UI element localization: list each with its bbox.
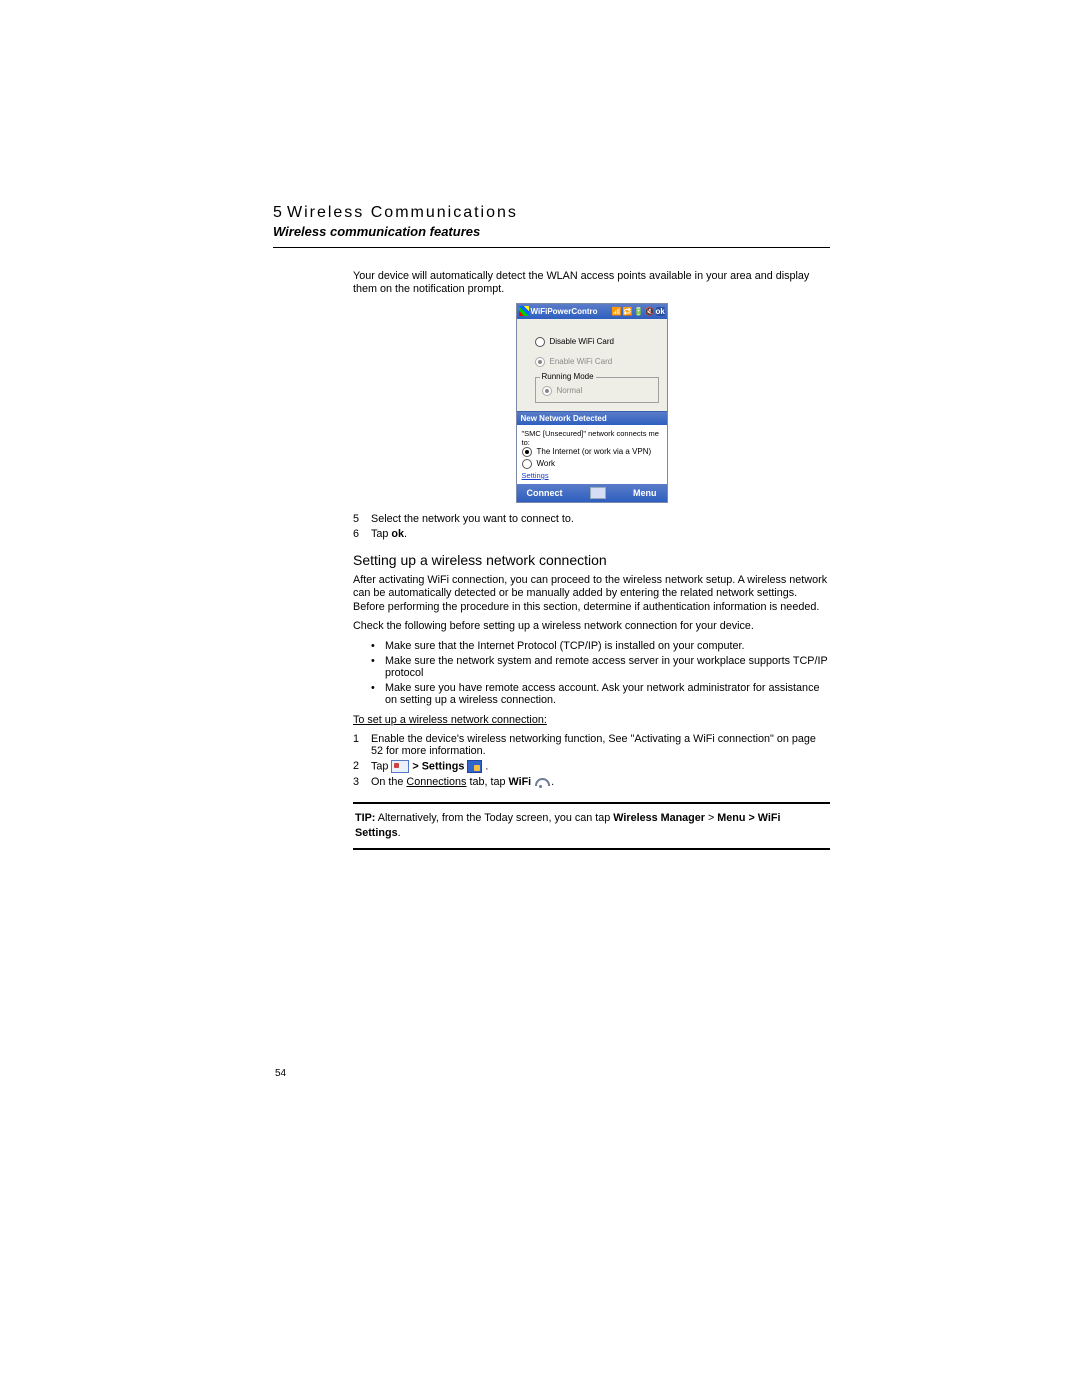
setup-steps: 1 Enable the device's wireless networkin… xyxy=(353,733,830,788)
setup-subheading: To set up a wireless network connection: xyxy=(353,714,830,727)
settings-icon xyxy=(467,760,482,773)
device-screen: WiFiPowerContro 📶 🔁 🔋 🔇 ok Disable WiFi … xyxy=(516,303,668,503)
chapter-title: Wireless Communications xyxy=(287,204,518,221)
radio-selected-icon xyxy=(542,386,552,396)
device-body: Disable WiFi Card Enable WiFi Card Runni… xyxy=(517,319,667,411)
signal-icon: 📶 xyxy=(612,307,621,316)
keyboard-icon xyxy=(590,487,606,499)
step-text: Tap ok. xyxy=(371,528,830,540)
internet-option: The Internet (or work via a VPN) xyxy=(522,447,662,457)
checklist: • Make sure that the Internet Protocol (… xyxy=(371,640,830,706)
header-divider xyxy=(273,247,830,248)
step-text: Tap > Settings . xyxy=(371,760,830,773)
network-detected-popup: New Network Detected "SMC [Unsecured]" n… xyxy=(517,411,667,502)
step-number: 1 xyxy=(353,733,371,757)
start-flag-icon xyxy=(519,306,529,316)
wifi-screenshot: WiFiPowerContro 📶 🔁 🔋 🔇 ok Disable WiFi … xyxy=(353,303,830,503)
bullet-text: Make sure that the Internet Protocol (TC… xyxy=(385,640,830,652)
step-text: Select the network you want to connect t… xyxy=(371,513,830,525)
wifi-icon xyxy=(534,777,548,788)
intro-paragraph: Your device will automatically detect th… xyxy=(353,270,830,297)
popup-title: New Network Detected xyxy=(517,412,667,425)
chapter-header: 5 Wireless Communications Wireless commu… xyxy=(273,204,830,248)
radio-selected-icon xyxy=(535,357,545,367)
menu-softkey: Menu xyxy=(633,488,657,498)
radio-unselected-icon xyxy=(535,337,545,347)
document-page: 5 Wireless Communications Wireless commu… xyxy=(0,0,1080,1397)
tip-label: TIP: xyxy=(355,812,375,824)
popup-message: "SMC [Unsecured]" network connects me to… xyxy=(522,429,662,447)
step-number: 3 xyxy=(353,776,371,788)
battery-icon: 🔋 xyxy=(634,307,643,316)
ok-icon: ok xyxy=(656,307,665,316)
bullet-text: Make sure the network system and remote … xyxy=(385,655,830,679)
chapter-subtitle: Wireless communication features xyxy=(273,224,830,239)
bullet-text: Make sure you have remote access account… xyxy=(385,682,830,706)
step-number: 2 xyxy=(353,760,371,773)
tip-box: TIP: Alternatively, from the Today scree… xyxy=(353,802,830,849)
bullet-icon: • xyxy=(371,640,385,652)
checklist-intro: Check the following before setting up a … xyxy=(353,620,830,633)
connect-softkey: Connect xyxy=(527,488,563,498)
step-text: On the Connections tab, tap WiFi . xyxy=(371,776,830,788)
enable-wifi-option: Enable WiFi Card xyxy=(535,357,659,367)
section-paragraph: After activating WiFi connection, you ca… xyxy=(353,574,830,614)
sync-icon: 🔁 xyxy=(623,307,632,316)
chapter-number: 5 xyxy=(273,204,284,221)
page-number: 54 xyxy=(275,1068,286,1079)
titlebar-text: WiFiPowerContro xyxy=(531,307,598,316)
content-area: Your device will automatically detect th… xyxy=(353,270,830,850)
radio-selected-icon xyxy=(522,447,532,457)
work-option: Work xyxy=(522,459,662,469)
step-number: 6 xyxy=(353,528,371,540)
device-titlebar: WiFiPowerContro 📶 🔁 🔋 🔇 ok xyxy=(517,304,667,319)
steps-select-ok: 5 Select the network you want to connect… xyxy=(353,513,830,540)
running-mode-group: Running Mode Normal xyxy=(535,377,659,403)
radio-unselected-icon xyxy=(522,459,532,469)
bullet-icon: • xyxy=(371,682,385,706)
softkey-bar: Connect Menu xyxy=(517,484,667,502)
start-icon xyxy=(391,760,409,773)
disable-wifi-option: Disable WiFi Card xyxy=(535,337,659,347)
step-number: 5 xyxy=(353,513,371,525)
normal-mode-option: Normal xyxy=(542,386,652,396)
popup-body: "SMC [Unsecured]" network connects me to… xyxy=(517,425,667,484)
settings-link: Settings xyxy=(522,471,549,480)
speaker-icon: 🔇 xyxy=(645,307,654,316)
step-text: Enable the device's wireless networking … xyxy=(371,733,830,757)
section-heading: Setting up a wireless network connection xyxy=(353,552,830,568)
group-label: Running Mode xyxy=(540,372,596,381)
bullet-icon: • xyxy=(371,655,385,679)
